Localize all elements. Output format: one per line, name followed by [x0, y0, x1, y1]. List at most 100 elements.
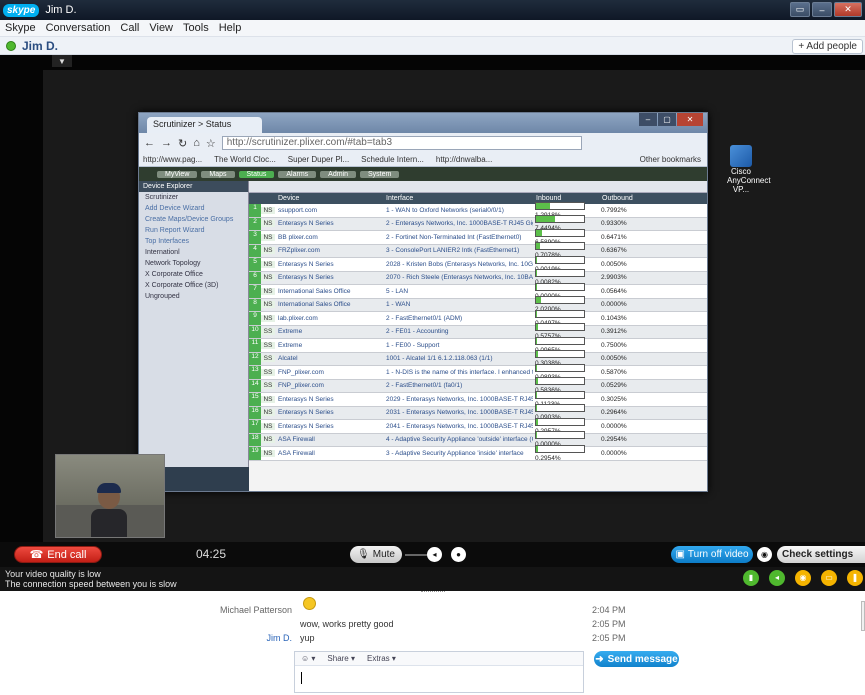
row-number: 18 — [249, 433, 261, 446]
row-status: NS — [261, 220, 275, 228]
restore-icon[interactable]: ▭ — [790, 2, 810, 17]
volume-slider[interactable] — [405, 554, 427, 556]
sidebar-item: X Corporate Office (3D) — [145, 282, 219, 289]
remote-browser-window: Scrutinizer > Status – ▢ ✕ ← → ↻ ⌂ ☆ htt… — [138, 112, 708, 492]
row-number: 2 — [249, 217, 261, 230]
row-device: Alcatel — [278, 355, 298, 363]
table-row: 6 NS Enterasys N Series 2070 - Rich Steele … — [249, 269, 707, 286]
dialpad-icon[interactable]: ● — [451, 547, 466, 562]
webcam-status-icon[interactable]: ◉ — [795, 570, 811, 586]
chat-scrollbar[interactable] — [861, 601, 865, 631]
row-status: NS — [261, 247, 275, 255]
inbound-bar — [535, 323, 585, 332]
row-outbound: 0.6367% — [601, 247, 627, 255]
menu-tools[interactable]: Tools — [183, 22, 209, 34]
cisco-icon — [730, 145, 752, 167]
menu-skype[interactable]: Skype — [5, 22, 36, 34]
table-row: 8NSInternational Sales Office1 - WAN 2.0… — [249, 296, 707, 313]
inbound-bar-fill — [536, 256, 537, 263]
composer-toolbar: ☺ ▾ Share ▾ Extras ▾ — [295, 652, 583, 666]
resize-grip[interactable] — [421, 591, 445, 594]
microphone-status-icon[interactable]: ▮ — [743, 570, 759, 586]
forward-icon: → — [161, 137, 172, 149]
row-outbound: 0.0529% — [601, 382, 627, 390]
row-number: 19 — [249, 447, 261, 460]
row-interface: 2070 - Rich Steele (Enterasys Networks, … — [386, 274, 533, 282]
check-settings-button[interactable]: Check settings — [777, 546, 865, 563]
table-row: 16 NS Enterasys N Series 2031 - Enterasys N… — [249, 404, 707, 421]
inbound-bar — [535, 201, 585, 210]
inbound-bar-fill — [536, 270, 537, 277]
row-number: 3 — [249, 231, 261, 244]
speaker-icon[interactable]: ◂ — [427, 547, 442, 562]
row-device: International Sales Office — [278, 287, 351, 295]
browser-tab: Scrutinizer > Status — [147, 117, 262, 133]
sidebar-item: Create Maps/Device Groups — [145, 216, 234, 223]
app-tab: Admin — [320, 170, 356, 178]
menu-help[interactable]: Help — [219, 22, 242, 34]
table-body: 1 NS ssupport.com 1 - WAN to Oxford Network… — [249, 201, 707, 462]
chevron-down-icon[interactable]: ▼ — [52, 55, 72, 67]
row-device: FNP_plixer.com — [278, 382, 324, 390]
row-status: NS — [261, 233, 275, 241]
inbound-bar — [535, 242, 585, 251]
row-device: Enterasys N Series — [278, 409, 334, 417]
row-device: Enterasys N Series — [278, 274, 334, 282]
row-interface: 4 - Adaptive Security Appliance 'outside… — [386, 436, 533, 444]
reload-icon: ↻ — [178, 137, 188, 150]
row-outbound: 0.0000% — [601, 301, 627, 309]
col-interface: Interface — [386, 195, 414, 202]
extras-menu[interactable]: Extras ▾ — [367, 654, 396, 663]
contact-name[interactable]: Jim D. — [22, 39, 58, 53]
send-message-button[interactable]: ➜ Send message — [594, 651, 679, 667]
share-menu[interactable]: Share ▾ — [327, 654, 355, 663]
row-outbound: 0.0564% — [601, 287, 627, 295]
speaker-status-icon[interactable]: ◂ — [769, 570, 785, 586]
sidebar-item: Add Device Wizard — [145, 205, 205, 212]
inbound-bar — [535, 363, 585, 372]
turn-off-video-button[interactable]: ▣ Turn off video — [671, 546, 753, 563]
app-tab-active: Status — [238, 170, 275, 178]
inbound-bar-fill — [536, 391, 538, 398]
url-field: http://scrutinizer.plixer.com/#tab=tab3 — [221, 136, 582, 150]
table-row: 19 NS ASA Firewall 3 - Adaptive Security Ap… — [249, 444, 707, 462]
row-outbound: 0.7500% — [601, 341, 627, 349]
row-device: BB plixer.com — [278, 233, 318, 241]
send-icon: ➜ — [595, 653, 604, 665]
end-call-button[interactable]: ☎ End call — [14, 546, 102, 563]
browser-address-bar: ← → ↻ ⌂ ☆ http://scrutinizer.plixer.com/… — [139, 133, 707, 153]
message-input[interactable] — [295, 666, 583, 692]
connection-status-icon[interactable]: ❚ — [847, 570, 863, 586]
mute-label: Mute — [372, 549, 395, 560]
close-icon[interactable]: ✕ — [834, 2, 862, 17]
mute-button[interactable]: 🎙 Mute — [350, 546, 402, 563]
minimize-icon[interactable]: – — [812, 2, 832, 17]
remote-screen-share: Scrutinizer > Status – ▢ ✕ ← → ↻ ⌂ ☆ htt… — [43, 70, 865, 548]
inbound-bar — [535, 296, 585, 305]
sidebar-item: Top Interfaces — [145, 238, 189, 245]
screen-status-icon[interactable]: ▭ — [821, 570, 837, 586]
row-device: Extreme — [278, 328, 303, 336]
table-row: 10SSExtreme2 - FE01 - Accounting 0.5757%… — [249, 323, 707, 340]
row-number: 16 — [249, 406, 261, 419]
row-interface: 1 - WAN — [386, 301, 411, 309]
settings-icon[interactable]: ◉ — [757, 547, 772, 562]
table-row: 15 NS Enterasys N Series 2029 - Enterasys N… — [249, 390, 707, 408]
menu-conversation[interactable]: Conversation — [46, 22, 111, 34]
app-tab: Maps — [201, 170, 235, 178]
emoticon-menu[interactable]: ☺ ▾ — [301, 654, 315, 663]
inbound-bar — [535, 404, 585, 413]
row-outbound: 0.7992% — [601, 206, 627, 214]
menu-view[interactable]: View — [149, 22, 173, 34]
menu-call[interactable]: Call — [120, 22, 139, 34]
inbound-bar-fill — [536, 364, 537, 371]
table-row: 5 NS Enterasys N Series 2028 - Kristen Bobs… — [249, 255, 707, 273]
row-number: 9 — [249, 312, 261, 325]
row-device: Enterasys N Series — [278, 422, 334, 430]
app-tab: System — [360, 170, 400, 178]
smiley-icon — [303, 597, 316, 610]
inbound-bar — [535, 255, 585, 264]
add-people-button[interactable]: + Add people — [792, 39, 863, 54]
col-device: Device — [278, 195, 300, 202]
status-table: Device Interface Inbound Outbound 1 NS ssu… — [249, 181, 707, 491]
